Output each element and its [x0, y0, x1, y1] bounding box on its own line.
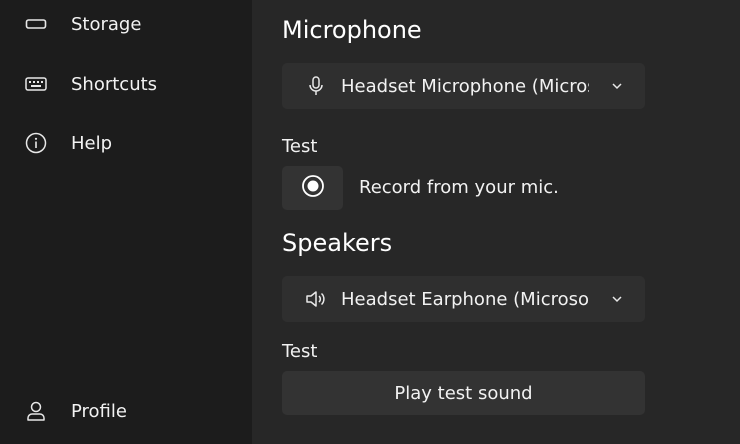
chevron-down-icon: [609, 78, 625, 94]
record-button[interactable]: [282, 166, 343, 210]
record-icon: [301, 174, 325, 202]
speakers-heading: Speakers: [282, 229, 393, 257]
info-icon: [24, 131, 48, 155]
person-icon: [24, 399, 48, 423]
speaker-device-dropdown[interactable]: Headset Earphone (Microsoft): [282, 276, 645, 322]
microphone-device-dropdown[interactable]: Headset Microphone (Microsoft): [282, 63, 645, 109]
microphone-heading: Microphone: [282, 16, 422, 44]
sidebar-item-profile[interactable]: Profile: [0, 391, 252, 431]
record-description: Record from your mic.: [359, 177, 559, 198]
sidebar-item-storage[interactable]: Storage: [0, 4, 252, 44]
sidebar: Storage Shortcuts Help Profile: [0, 0, 252, 444]
keyboard-icon: [24, 72, 48, 96]
chevron-down-icon: [609, 291, 625, 307]
sidebar-item-label: Storage: [71, 13, 142, 35]
speakers-test-label: Test: [282, 341, 318, 362]
microphone-icon: [304, 74, 328, 98]
microphone-device-value: Headset Microphone (Microsoft): [341, 75, 589, 97]
audio-settings-panel: Microphone Headset Microphone (Microsoft…: [252, 0, 740, 444]
sidebar-item-label: Profile: [71, 400, 127, 422]
speaker-device-value: Headset Earphone (Microsoft): [341, 288, 589, 310]
sidebar-item-label: Shortcuts: [71, 73, 158, 95]
play-test-sound-button[interactable]: Play test sound: [282, 371, 645, 415]
storage-icon: [24, 12, 48, 36]
speaker-icon: [304, 287, 328, 311]
scrollbar[interactable]: [734, 0, 740, 444]
sidebar-item-help[interactable]: Help: [0, 123, 252, 163]
microphone-test-label: Test: [282, 136, 318, 157]
sidebar-item-shortcuts[interactable]: Shortcuts: [0, 64, 252, 104]
sidebar-item-label: Help: [71, 132, 113, 154]
